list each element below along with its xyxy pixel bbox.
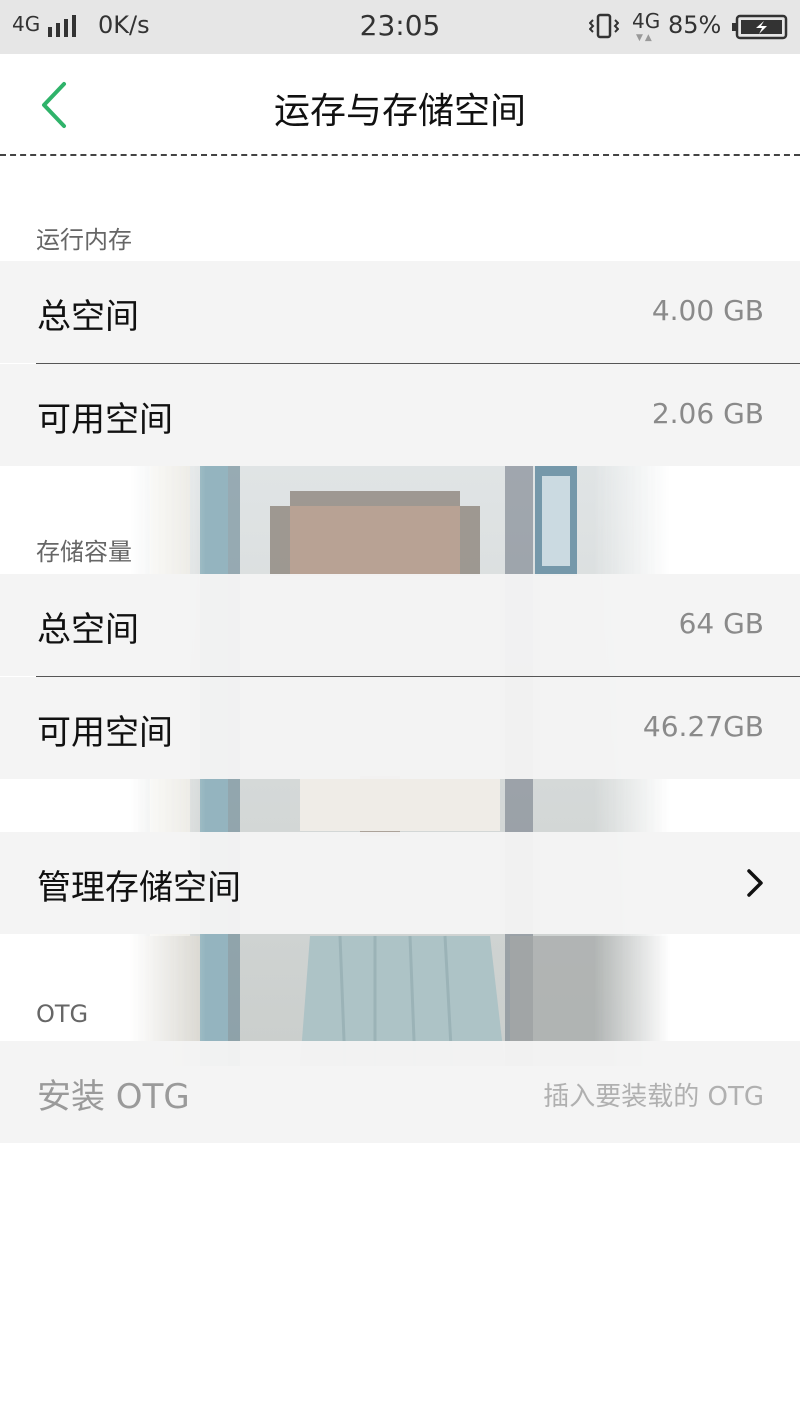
ram-total-label: 总空间: [37, 297, 139, 337]
section-header-otg: OTG: [36, 1000, 89, 1028]
manage-storage-label: 管理存储空间: [37, 868, 241, 908]
section-header-storage: 存储容量: [36, 538, 132, 566]
data-activity-icon: ▼▲: [636, 33, 654, 43]
install-otg-row[interactable]: 安装 OTG 插入要装载的 OTG: [0, 1041, 800, 1143]
storage-total-label: 总空间: [37, 610, 139, 650]
manage-storage-row[interactable]: 管理存储空间: [0, 832, 800, 934]
status-bar: 4G 0K/s 23:05 4G ▼▲ 85%: [0, 0, 800, 54]
page-title: 运存与存储空间: [273, 91, 526, 132]
storage-available-label: 可用空间: [37, 713, 173, 753]
ram-available-row: 可用空间 2.06 GB: [0, 364, 800, 466]
ram-total-row: 总空间 4.00 GB: [0, 261, 800, 363]
section-header-ram: 运行内存: [36, 226, 132, 254]
install-otg-hint: 插入要装载的 OTG: [543, 1082, 764, 1112]
battery-percentage: 85%: [668, 11, 722, 39]
battery-charging-icon: [732, 14, 788, 40]
storage-total-value: 64 GB: [678, 607, 764, 640]
ram-available-value: 2.06 GB: [651, 397, 764, 430]
header: 运存与存储空间: [0, 54, 800, 156]
vibrate-icon: [589, 13, 619, 39]
storage-total-row: 总空间 64 GB: [0, 574, 800, 676]
ram-available-label: 可用空间: [37, 400, 173, 440]
storage-available-row: 可用空间 46.27GB: [0, 677, 800, 779]
ram-total-value: 4.00 GB: [651, 294, 764, 327]
storage-available-value: 46.27GB: [642, 710, 764, 743]
chevron-right-icon: [747, 869, 763, 897]
install-otg-label: 安装 OTG: [37, 1077, 190, 1117]
network-type-right: 4G: [632, 9, 661, 33]
